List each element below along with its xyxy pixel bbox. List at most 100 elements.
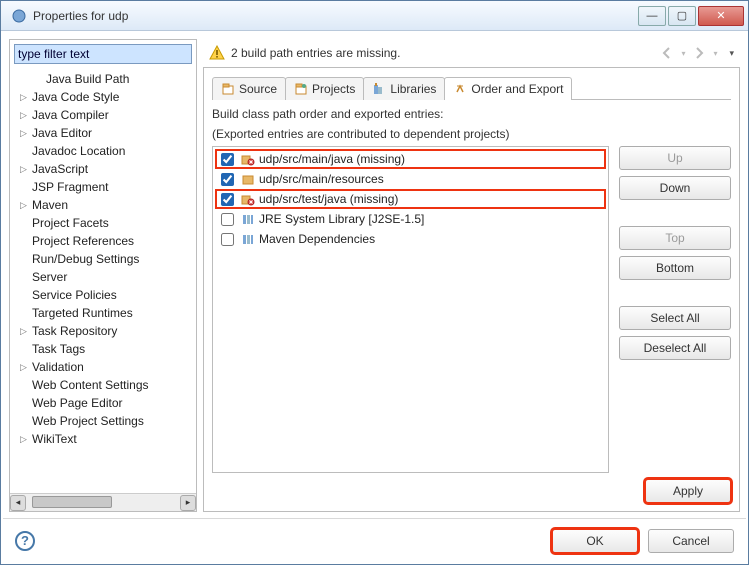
tree-item-service-policies[interactable]: Service Policies	[10, 286, 196, 304]
tree-item-label: JavaScript	[32, 160, 88, 178]
filter-input[interactable]	[14, 44, 192, 64]
tree-expand-icon[interactable]: ▷	[20, 322, 32, 340]
tree-expand-icon[interactable]: ▷	[20, 196, 32, 214]
tree-item-label: Task Tags	[32, 340, 85, 358]
select-all-button[interactable]: Select All	[619, 306, 731, 330]
entry-row[interactable]: udp/src/test/java (missing)	[215, 189, 606, 209]
tree-item-javadoc-location[interactable]: Javadoc Location	[10, 142, 196, 160]
help-icon[interactable]: ?	[15, 531, 35, 551]
tab-icon	[453, 82, 467, 96]
tab-label: Source	[239, 82, 277, 96]
view-menu-icon[interactable]: ▾	[729, 48, 734, 59]
apply-row: Apply	[212, 479, 731, 503]
tree-item-maven[interactable]: ▷Maven	[10, 196, 196, 214]
footer: ? OK Cancel	[3, 518, 746, 562]
tree-item-label: WikiText	[32, 430, 77, 448]
package-icon	[241, 172, 255, 186]
tree-expand-icon[interactable]: ▷	[20, 124, 32, 142]
message-bar: 2 build path entries are missing. ▾ ▾ ▾	[203, 39, 740, 67]
tree-item-task-tags[interactable]: Task Tags	[10, 340, 196, 358]
tree-item-project-references[interactable]: Project References	[10, 232, 196, 250]
tree-item-label: Maven	[32, 196, 68, 214]
entry-label: udp/src/main/java (missing)	[259, 152, 405, 166]
maximize-button[interactable]: ▢	[668, 6, 696, 26]
apply-button[interactable]: Apply	[645, 479, 731, 503]
tab-projects[interactable]: Projects	[285, 77, 364, 100]
filter-container	[14, 44, 192, 64]
description-line-2: (Exported entries are contributed to dep…	[212, 126, 731, 142]
tree-item-label: Web Project Settings	[32, 412, 144, 430]
tab-label: Projects	[312, 82, 355, 96]
tree-item-web-content-settings[interactable]: Web Content Settings	[10, 376, 196, 394]
tab-order-and-export[interactable]: Order and Export	[444, 77, 572, 100]
entry-checkbox[interactable]	[221, 193, 234, 206]
scroll-left-button[interactable]: ◂	[10, 495, 26, 511]
library-icon	[241, 232, 255, 246]
tree-item-label: Validation	[32, 358, 84, 376]
ok-button[interactable]: OK	[552, 529, 638, 553]
entries-list[interactable]: udp/src/main/java (missing) udp/src/main/…	[212, 146, 609, 473]
category-tree[interactable]: Java Build Path▷Java Code Style▷Java Com…	[10, 68, 196, 493]
tree-expand-icon[interactable]: ▷	[20, 358, 32, 376]
entry-checkbox[interactable]	[221, 153, 234, 166]
entry-checkbox[interactable]	[221, 233, 234, 246]
tree-h-scrollbar[interactable]: ◂ ▸	[10, 493, 196, 511]
tree-item-label: Project References	[32, 232, 134, 250]
forward-dropdown-icon[interactable]: ▾	[713, 49, 717, 58]
entry-row[interactable]: JRE System Library [J2SE-1.5]	[215, 209, 606, 229]
close-button[interactable]: ✕	[698, 6, 744, 26]
tree-item-validation[interactable]: ▷Validation	[10, 358, 196, 376]
category-tree-panel: Java Build Path▷Java Code Style▷Java Com…	[9, 39, 197, 512]
entry-row[interactable]: udp/src/main/java (missing)	[215, 149, 606, 169]
dialog-body: Java Build Path▷Java Code Style▷Java Com…	[1, 31, 748, 564]
tree-item-targeted-runtimes[interactable]: Targeted Runtimes	[10, 304, 196, 322]
tab-label: Order and Export	[471, 82, 563, 96]
tree-expand-icon[interactable]: ▷	[20, 88, 32, 106]
scroll-track[interactable]	[26, 495, 180, 511]
down-button[interactable]: Down	[619, 176, 731, 200]
entry-label: udp/src/main/resources	[259, 172, 384, 186]
tree-expand-icon[interactable]: ▷	[20, 106, 32, 124]
entry-checkbox[interactable]	[221, 173, 234, 186]
titlebar[interactable]: Properties for udp — ▢ ✕	[1, 1, 748, 31]
deselect-all-button[interactable]: Deselect All	[619, 336, 731, 360]
tree-item-web-page-editor[interactable]: Web Page Editor	[10, 394, 196, 412]
entry-checkbox[interactable]	[221, 213, 234, 226]
tabs: Source Projects Libraries Order and Export	[212, 76, 731, 100]
top-button[interactable]: Top	[619, 226, 731, 250]
back-icon[interactable]	[659, 45, 675, 61]
tab-source[interactable]: Source	[212, 77, 286, 100]
entry-row[interactable]: Maven Dependencies	[215, 229, 606, 249]
build-path-panel: SourceProjectsLibrariesOrder and Export …	[203, 67, 740, 512]
tree-item-run-debug-settings[interactable]: Run/Debug Settings	[10, 250, 196, 268]
forward-icon[interactable]	[691, 45, 707, 61]
tree-item-java-compiler[interactable]: ▷Java Compiler	[10, 106, 196, 124]
tree-item-javascript[interactable]: ▷JavaScript	[10, 160, 196, 178]
tree-item-java-editor[interactable]: ▷Java Editor	[10, 124, 196, 142]
package-missing-icon	[241, 152, 255, 166]
warning-icon	[209, 45, 225, 61]
tree-item-server[interactable]: Server	[10, 268, 196, 286]
tree-item-label: Web Page Editor	[32, 394, 123, 412]
scroll-thumb[interactable]	[32, 496, 112, 508]
warning-text: 2 build path entries are missing.	[231, 46, 400, 60]
entry-row[interactable]: udp/src/main/resources	[215, 169, 606, 189]
cancel-button[interactable]: Cancel	[648, 529, 734, 553]
tree-item-label: JSP Fragment	[32, 178, 108, 196]
tree-item-web-project-settings[interactable]: Web Project Settings	[10, 412, 196, 430]
tree-expand-icon[interactable]: ▷	[20, 160, 32, 178]
tree-item-project-facets[interactable]: Project Facets	[10, 214, 196, 232]
tree-item-task-repository[interactable]: ▷Task Repository	[10, 322, 196, 340]
tree-item-java-code-style[interactable]: ▷Java Code Style	[10, 88, 196, 106]
tree-item-java-build-path[interactable]: Java Build Path	[10, 70, 196, 88]
minimize-button[interactable]: —	[638, 6, 666, 26]
tab-libraries[interactable]: Libraries	[363, 77, 445, 100]
scroll-right-button[interactable]: ▸	[180, 495, 196, 511]
tree-item-wikitext[interactable]: ▷WikiText	[10, 430, 196, 448]
tree-expand-icon[interactable]: ▷	[20, 430, 32, 448]
up-button[interactable]: Up	[619, 146, 731, 170]
tree-item-jsp-fragment[interactable]: JSP Fragment	[10, 178, 196, 196]
bottom-button[interactable]: Bottom	[619, 256, 731, 280]
back-dropdown-icon[interactable]: ▾	[681, 49, 685, 58]
side-buttons: Up Down Top Bottom Select All Deselect A…	[619, 146, 731, 473]
